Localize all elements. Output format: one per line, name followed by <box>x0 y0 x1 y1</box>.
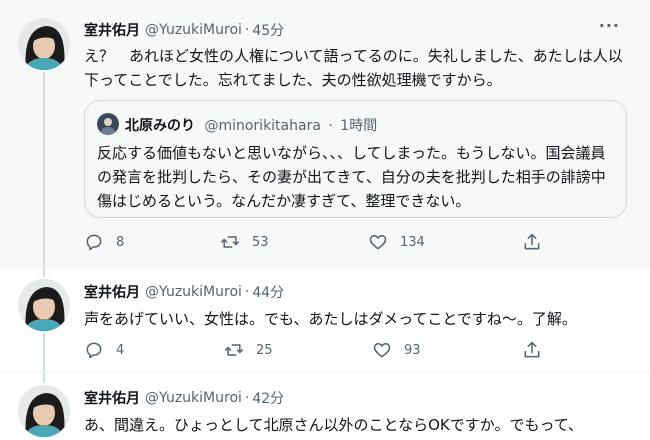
separator: · <box>244 22 250 38</box>
avatar-image <box>18 18 70 70</box>
avatar[interactable] <box>18 18 70 70</box>
display-name[interactable]: 室井佑月 <box>84 20 140 40</box>
retweet-icon <box>224 344 244 356</box>
retweet-count: 53 <box>252 234 269 250</box>
timestamp[interactable]: 44分 <box>252 282 284 302</box>
share-button[interactable] <box>522 232 554 252</box>
share-icon <box>524 341 540 358</box>
like-button[interactable]: 134 <box>368 232 425 252</box>
tweet[interactable]: 室井佑月 @YuzukiMuroi · 45分 ··· え？ あれほど女性の人権… <box>0 0 650 266</box>
heart-icon <box>373 343 391 358</box>
like-count: 134 <box>400 234 425 250</box>
display-name[interactable]: 室井佑月 <box>84 282 140 302</box>
tweet-header: 室井佑月 @YuzukiMuroi · 42分 <box>84 388 284 408</box>
tweet[interactable]: 室井佑月 @YuzukiMuroi · 44分 声をあげていい、女性は。でも、あ… <box>0 266 650 373</box>
avatar-image <box>18 385 70 437</box>
like-count: 93 <box>404 342 421 358</box>
timestamp: 1時間 <box>340 118 378 134</box>
quote-text: 反応する価値もないと思いながら、、、してしまった。もうしない。国会議員の発言を批… <box>97 144 606 210</box>
quoted-tweet[interactable]: 北原みのり @minorikitahara · 1時間 反応する価値もないと思い… <box>84 100 627 218</box>
separator: · <box>328 118 333 134</box>
tweet-text: あ、間違え。ひょっとして北原さん以外のことならOKですか。でもって、 <box>84 416 583 434</box>
reply-icon <box>86 234 102 251</box>
user-handle[interactable]: @YuzukiMuroi <box>145 390 242 406</box>
reply-button[interactable]: 4 <box>84 340 124 360</box>
thread-line <box>43 72 45 266</box>
thread-line <box>43 267 45 277</box>
reply-count: 8 <box>116 234 125 250</box>
like-button[interactable]: 93 <box>372 340 421 360</box>
avatar[interactable] <box>18 279 70 331</box>
heart-icon <box>369 235 387 250</box>
thread-line <box>43 333 45 373</box>
retweet-button[interactable]: 53 <box>220 232 269 252</box>
tweet-header: 室井佑月 @YuzukiMuroi · 45分 <box>84 20 284 40</box>
reply-icon <box>86 342 102 359</box>
timestamp[interactable]: 45分 <box>252 20 284 40</box>
display-name: 北原みのり <box>125 118 195 134</box>
share-icon <box>524 233 540 250</box>
separator: · <box>244 390 250 406</box>
more-horizontal-icon[interactable]: ··· <box>599 16 620 35</box>
tweet-header: 室井佑月 @YuzukiMuroi · 44分 <box>84 282 284 302</box>
avatar-image <box>97 113 119 135</box>
tweet-text: え？ あれほど女性の人権について語ってるのに。失礼しました、あたしは人以下ってこ… <box>84 47 623 89</box>
tweet-text: 声をあげていい、女性は。でも、あたしはダメってことですね〜。了解。 <box>84 310 577 328</box>
quote-header: 北原みのり @minorikitahara · 1時間 <box>125 115 377 135</box>
timestamp[interactable]: 42分 <box>252 388 284 408</box>
avatar[interactable] <box>18 385 70 437</box>
separator: · <box>244 284 250 300</box>
avatar <box>97 113 119 135</box>
user-handle: @minorikitahara <box>204 118 321 134</box>
user-handle[interactable]: @YuzukiMuroi <box>145 284 242 300</box>
reply-count: 4 <box>116 342 125 358</box>
user-handle[interactable]: @YuzukiMuroi <box>145 22 242 38</box>
tweet[interactable]: 室井佑月 @YuzukiMuroi · 42分 あ、間違え。ひょっとして北原さん… <box>0 372 650 440</box>
retweet-count: 25 <box>256 342 273 358</box>
retweet-button[interactable]: 25 <box>224 340 273 360</box>
thread-line <box>43 373 45 383</box>
share-button[interactable] <box>522 340 554 360</box>
retweet-icon <box>220 236 240 248</box>
reply-button[interactable]: 8 <box>84 232 124 252</box>
avatar-image <box>18 279 70 331</box>
display-name[interactable]: 室井佑月 <box>84 388 140 408</box>
